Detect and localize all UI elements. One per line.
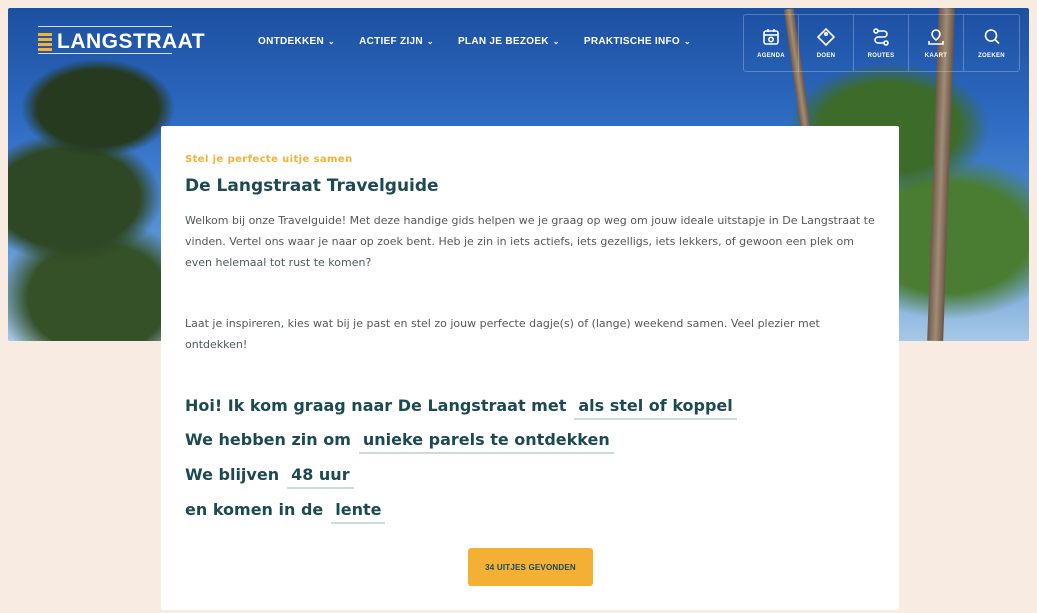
intro-paragraph: Welkom bij onze Travelguide! Met deze ha… <box>185 214 875 269</box>
ticket-icon <box>816 27 836 47</box>
tool-label: ZOEKEN <box>978 53 1005 59</box>
tool-routes[interactable]: ROUTES <box>854 15 909 71</box>
sentence-text: Hoi! Ik kom graag naar De Langstraat met <box>185 396 567 415</box>
tool-label: KAART <box>924 53 948 59</box>
logo-rule <box>38 26 172 27</box>
tool-agenda[interactable]: AGENDA <box>744 15 799 71</box>
travel-sentence-season: en komen in de lente <box>185 500 386 524</box>
card-eyebrow: Stel je perfecte uitje samen <box>185 154 353 165</box>
sentence-text: We blijven <box>185 465 280 484</box>
chevron-down-icon: ⌄ <box>328 37 336 46</box>
nav-item-ontdekken[interactable]: ONTDEKKEN ⌄ <box>258 36 335 47</box>
sentence-text: We hebben zin om <box>185 430 351 449</box>
logo-mark-icon <box>38 33 52 51</box>
company-select[interactable]: als stel of koppel <box>574 396 737 420</box>
quick-tools: AGENDA DOEN ROUTES KAART ZOEKEN <box>743 14 1020 72</box>
travel-sentence-interest: We hebben zin om unieke parels te ontdek… <box>185 430 614 454</box>
nav-label: ACTIEF ZIJN <box>359 36 423 47</box>
tool-label: ROUTES <box>867 53 895 59</box>
logo-text: LANGSTRAAT <box>57 30 206 53</box>
chevron-down-icon: ⌄ <box>684 37 692 46</box>
nav-label: PRAKTISCHE INFO <box>583 36 681 47</box>
chevron-down-icon: ⌄ <box>552 37 560 46</box>
chevron-down-icon: ⌄ <box>426 37 434 46</box>
tool-label: AGENDA <box>757 53 785 59</box>
tool-kaart[interactable]: KAART <box>909 15 964 71</box>
main-nav: ONTDEKKEN ⌄ ACTIEF ZIJN ⌄ PLAN JE BEZOEK… <box>258 36 691 47</box>
sentence-text: en komen in de <box>185 500 324 519</box>
travel-sentence-company: Hoi! Ik kom graag naar De Langstraat met… <box>185 396 737 420</box>
page-title: De Langstraat Travelguide <box>185 176 439 196</box>
route-icon <box>873 28 889 46</box>
season-select[interactable]: lente <box>331 500 386 524</box>
tool-label: DOEN <box>816 53 836 59</box>
nav-label: PLAN JE BEZOEK <box>457 36 549 47</box>
search-icon <box>984 29 1000 45</box>
site-logo[interactable]: LANGSTRAAT <box>38 30 205 54</box>
intro-paragraph-2: Laat je inspireren, kies wat bij je past… <box>185 317 820 351</box>
nav-item-plan-je-bezoek[interactable]: PLAN JE BEZOEK ⌄ <box>458 36 560 47</box>
tool-doen[interactable]: DOEN <box>799 15 854 71</box>
travel-sentence-duration: We blijven 48 uur <box>185 465 354 489</box>
results-button[interactable]: 34 UITJES GEVONDEN <box>468 548 593 586</box>
map-icon <box>928 29 944 45</box>
nav-label: ONTDEKKEN <box>258 36 325 47</box>
nav-item-actief-zijn[interactable]: ACTIEF ZIJN ⌄ <box>359 36 434 47</box>
duration-select[interactable]: 48 uur <box>287 465 354 489</box>
travelguide-card: Stel je perfecte uitje samen De Langstra… <box>161 126 899 610</box>
tool-zoeken[interactable]: ZOEKEN <box>964 15 1019 71</box>
nav-item-praktische-info[interactable]: PRAKTISCHE INFO ⌄ <box>584 36 691 47</box>
interest-select[interactable]: unieke parels te ontdekken <box>358 430 614 454</box>
calendar-icon <box>763 29 779 45</box>
